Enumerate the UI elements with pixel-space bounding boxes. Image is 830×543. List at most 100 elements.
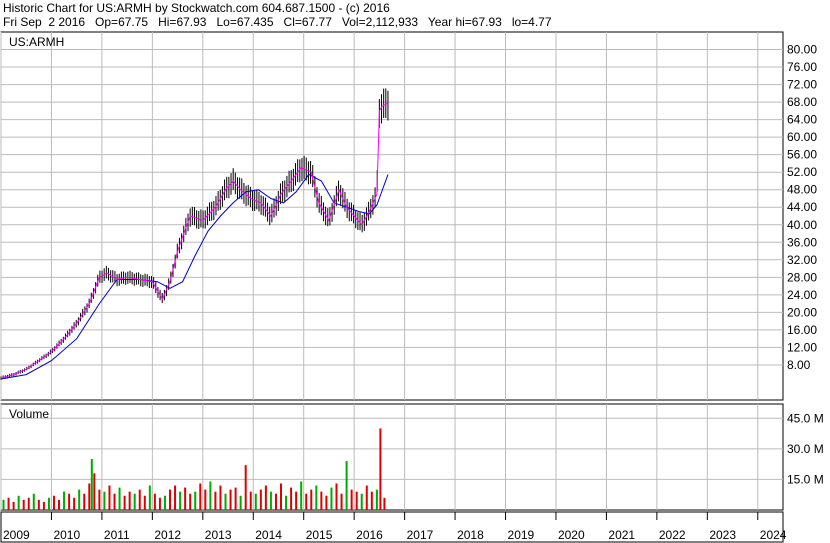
volume-bar xyxy=(47,497,50,510)
volume-y-tick-label: 15.0 M xyxy=(787,472,824,486)
price-y-axis: 8.00 12.00 16.00 20.00 24.00 28.00 32.00 36.00 4… xyxy=(787,43,817,372)
x-tick-label: 2024 xyxy=(760,528,787,542)
volume-panel: 15.0 M 30.0 M 45.0 M Volume xyxy=(0,403,824,511)
x-tick-label: 2011 xyxy=(104,528,130,542)
price-y-tick-label: 68.00 xyxy=(787,95,817,109)
x-tick-label: 2021 xyxy=(608,528,635,542)
volume-bar xyxy=(345,461,348,510)
volume-bar xyxy=(219,485,222,510)
volume-bar xyxy=(148,485,151,510)
volume-bar xyxy=(264,485,267,510)
volume-bar xyxy=(103,491,106,510)
volume-bar xyxy=(58,499,61,510)
volume-y-tick-label: 45.0 M xyxy=(787,411,824,425)
volume-bar xyxy=(27,497,30,510)
volume-bar xyxy=(360,493,363,510)
volume-bar xyxy=(17,495,20,510)
volume-bar xyxy=(113,493,116,510)
x-axis: 2009 2010 2011 2012 2013 2014 2015 2016 2017 2018… xyxy=(0,511,787,543)
volume-bar xyxy=(98,489,101,510)
volume-bar xyxy=(143,495,146,510)
volume-bar xyxy=(234,487,237,510)
volume-bar xyxy=(52,495,55,510)
volume-bar xyxy=(93,473,96,510)
volume-bar xyxy=(280,483,283,510)
volume-bar xyxy=(153,493,156,510)
x-tick-label: 2023 xyxy=(709,528,736,542)
volume-bar xyxy=(174,485,177,510)
volume-bar xyxy=(22,499,25,510)
volume-bar xyxy=(249,491,252,510)
price-y-tick-label: 24.00 xyxy=(787,288,817,302)
price-y-tick-label: 60.00 xyxy=(787,130,817,144)
volume-panel-frame xyxy=(0,403,784,511)
volume-bar xyxy=(340,493,343,510)
volume-y-tick-label: 30.0 M xyxy=(787,442,824,456)
price-y-tick-label: 40.00 xyxy=(787,218,817,232)
x-tick-label: 2019 xyxy=(508,528,535,542)
volume-bar xyxy=(78,489,81,510)
price-y-tick-label: 36.00 xyxy=(787,235,817,249)
volume-y-axis: 15.0 M 30.0 M 45.0 M xyxy=(787,411,824,486)
volume-bar xyxy=(224,493,227,510)
volume-bar xyxy=(300,481,303,510)
volume-bar xyxy=(305,493,308,510)
volume-bar xyxy=(355,491,358,510)
price-panel: 8.00 12.00 16.00 20.00 24.00 28.00 32.00 36.00 4… xyxy=(0,31,817,401)
volume-bar xyxy=(239,495,242,510)
volume-bar xyxy=(350,489,353,510)
volume-bar xyxy=(209,481,212,510)
x-tick-label: 2013 xyxy=(205,528,232,542)
volume-bar xyxy=(138,489,141,510)
volume-bar xyxy=(2,499,5,510)
volume-bar xyxy=(12,501,15,510)
volume-bar xyxy=(158,497,161,510)
volume-bar xyxy=(169,489,172,510)
price-y-tick-label: 32.00 xyxy=(787,253,817,267)
volume-bar xyxy=(244,465,247,510)
volume-bar xyxy=(325,495,328,510)
volume-bar xyxy=(179,491,182,510)
volume-bar xyxy=(68,493,71,510)
volume-bar xyxy=(83,493,86,510)
price-y-tick-label: 28.00 xyxy=(787,270,817,284)
volume-bar xyxy=(163,495,166,510)
x-tick-label: 2018 xyxy=(457,528,484,542)
price-y-tick-label: 56.00 xyxy=(787,148,817,162)
price-y-tick-label: 76.00 xyxy=(787,60,817,74)
volume-bar xyxy=(290,487,293,510)
x-tick-label: 2015 xyxy=(306,528,333,542)
price-y-tick-label: 8.00 xyxy=(787,358,811,372)
volume-bar xyxy=(7,497,10,510)
volume-bar xyxy=(310,489,313,510)
price-y-tick-label: 44.00 xyxy=(787,200,817,214)
volume-bar xyxy=(335,483,338,510)
volume-bar xyxy=(88,483,91,510)
volume-bar xyxy=(90,459,93,510)
volume-bar xyxy=(320,491,323,510)
volume-bar xyxy=(189,493,192,510)
price-y-tick-label: 48.00 xyxy=(787,183,817,197)
volume-bar xyxy=(108,485,111,510)
x-tick-label: 2012 xyxy=(154,528,181,542)
volume-bar xyxy=(365,485,368,510)
x-tick-label: 2016 xyxy=(356,528,383,542)
price-y-tick-label: 20.00 xyxy=(787,305,817,319)
volume-bar xyxy=(32,493,35,510)
x-tick-label: 2020 xyxy=(558,528,585,542)
volume-bar xyxy=(285,495,288,510)
volume-bar xyxy=(269,491,272,510)
price-y-tick-label: 64.00 xyxy=(787,113,817,127)
volume-bar xyxy=(383,497,386,510)
volume-bar xyxy=(63,491,66,510)
x-tick-label: 2017 xyxy=(407,528,434,542)
volume-bar xyxy=(37,499,40,510)
volume-bar xyxy=(133,493,136,510)
volume-panel-title: Volume xyxy=(9,407,49,421)
price-panel-frame xyxy=(0,31,784,401)
volume-bar xyxy=(194,491,197,510)
volume-bar xyxy=(254,493,257,510)
volume-bar xyxy=(295,491,298,510)
volume-bar xyxy=(73,497,76,510)
volume-bar xyxy=(204,489,207,510)
